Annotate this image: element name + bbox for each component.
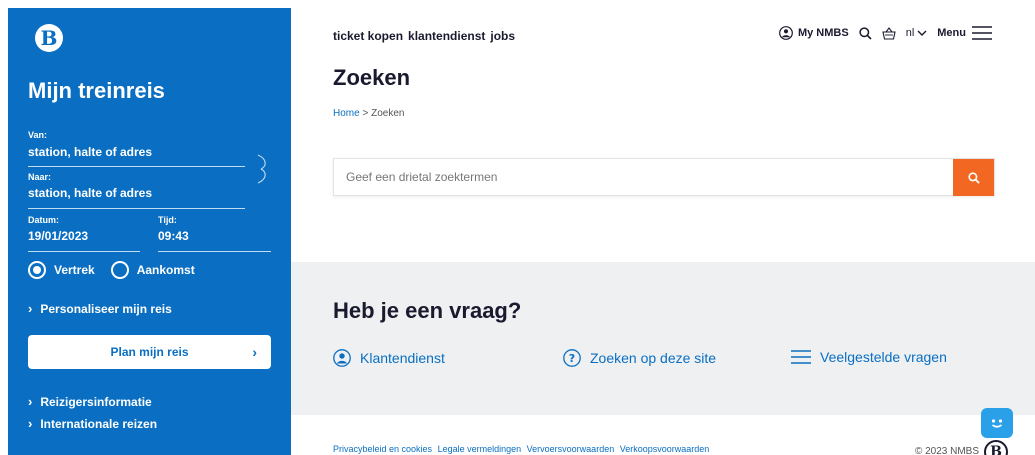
nav-klantendienst[interactable]: klantendienst — [408, 29, 485, 43]
to-field[interactable]: station, halte of adres — [28, 186, 152, 200]
copyright: © 2023 NMBS — [914, 446, 979, 455]
time-label: Tijd: — [158, 215, 177, 225]
user-icon — [333, 349, 351, 367]
arrival-radio[interactable] — [110, 261, 129, 279]
footer-links: Privacybeleid en cookies Legale vermeldi… — [333, 444, 712, 454]
utility-bar: My NMBS nl Menu — [779, 26, 997, 40]
search-form — [333, 158, 995, 196]
user-icon[interactable] — [779, 26, 793, 40]
date-label: Datum: — [28, 215, 59, 225]
nav-jobs[interactable]: jobs — [490, 29, 515, 43]
list-icon — [791, 350, 811, 364]
search-icon[interactable] — [859, 26, 872, 40]
customer-service-link[interactable]: Klantendienst — [333, 349, 445, 367]
footer-legal-link[interactable]: Legale vermeldingen — [438, 444, 522, 454]
departure-label[interactable]: Vertrek — [54, 263, 95, 277]
search-button[interactable] — [953, 159, 994, 196]
date-underline — [28, 251, 140, 252]
question-icon: ? — [563, 349, 581, 367]
footer-sales-terms-link[interactable]: Verkoopsvoorwaarden — [620, 444, 710, 454]
time-field[interactable]: 09:43 — [158, 229, 189, 243]
departure-radio[interactable] — [28, 261, 46, 279]
search-icon — [967, 171, 980, 184]
faq-link[interactable]: Veelgestelde vragen — [791, 349, 947, 365]
site-search-link[interactable]: ? Zoeken op deze site — [563, 349, 716, 367]
chevron-right-icon: › — [252, 344, 257, 360]
chat-bot-button[interactable] — [981, 408, 1013, 438]
page-title: Zoeken — [333, 65, 411, 90]
menu-label[interactable]: Menu — [937, 27, 966, 39]
traveller-info-label: Reizigersinformatie — [40, 394, 152, 409]
to-label: Naar: — [28, 172, 52, 182]
personalise-link[interactable]: › Personaliseer mijn reis — [28, 301, 172, 316]
time-underline — [158, 251, 271, 252]
arrival-label[interactable]: Aankomst — [137, 263, 195, 277]
chevron-right-icon: › — [28, 416, 33, 431]
to-underline — [28, 208, 245, 209]
nmbs-logo[interactable]: B — [35, 24, 63, 52]
sidebar-title: Mijn treinreis — [28, 78, 165, 103]
date-field[interactable]: 19/01/2023 — [28, 229, 88, 243]
faq-label: Veelgestelde vragen — [820, 349, 947, 365]
svg-text:?: ? — [569, 352, 575, 365]
language-select[interactable]: nl — [906, 27, 915, 39]
breadcrumb-home[interactable]: Home — [333, 108, 360, 119]
chevron-down-icon[interactable] — [917, 30, 927, 37]
top-navigation: ticket kopen klantendienst jobs — [333, 29, 520, 43]
from-label: Van: — [28, 130, 48, 140]
swap-icon[interactable] — [255, 153, 269, 185]
customer-service-label: Klantendienst — [360, 350, 445, 366]
from-underline — [28, 166, 245, 167]
international-label: Internationale reizen — [40, 416, 158, 431]
chevron-right-icon: › — [28, 394, 33, 409]
menu-icon[interactable] — [972, 26, 992, 40]
site-search-label: Zoeken op deze site — [590, 350, 717, 366]
breadcrumb-current: Zoeken — [371, 108, 405, 119]
traveller-info-link[interactable]: › Reizigersinformatie — [28, 394, 152, 409]
footer-transport-terms-link[interactable]: Vervoersvoorwaarden — [527, 444, 615, 454]
international-link[interactable]: › Internationale reizen — [28, 416, 157, 431]
personalise-label: Personaliseer mijn reis — [40, 301, 172, 316]
help-section: Heb je een vraag? Klantendienst ? Zoeken… — [291, 262, 1035, 415]
help-title: Heb je een vraag? — [333, 298, 522, 323]
basket-icon[interactable] — [882, 26, 896, 40]
my-account-link[interactable]: My NMBS — [798, 27, 849, 39]
from-field[interactable]: station, halte of adres — [28, 145, 152, 159]
chevron-right-icon: › — [28, 301, 33, 316]
footer-privacy-link[interactable]: Privacybeleid en cookies — [333, 444, 432, 454]
footer-nmbs-logo: B — [984, 440, 1008, 455]
journey-planner-sidebar: B Mijn treinreis Van: station, halte of … — [8, 8, 291, 455]
chat-bot-icon — [991, 419, 1003, 428]
breadcrumb: Home > Zoeken — [333, 108, 404, 119]
departure-arrival-toggle: Vertrek Aankomst — [28, 261, 211, 279]
plan-journey-label: Plan mijn reis — [110, 345, 189, 359]
breadcrumb-separator: > — [359, 108, 372, 119]
search-input[interactable] — [334, 159, 954, 195]
nav-ticket-kopen[interactable]: ticket kopen — [333, 29, 403, 43]
plan-journey-button[interactable]: Plan mijn reis › — [28, 335, 271, 369]
